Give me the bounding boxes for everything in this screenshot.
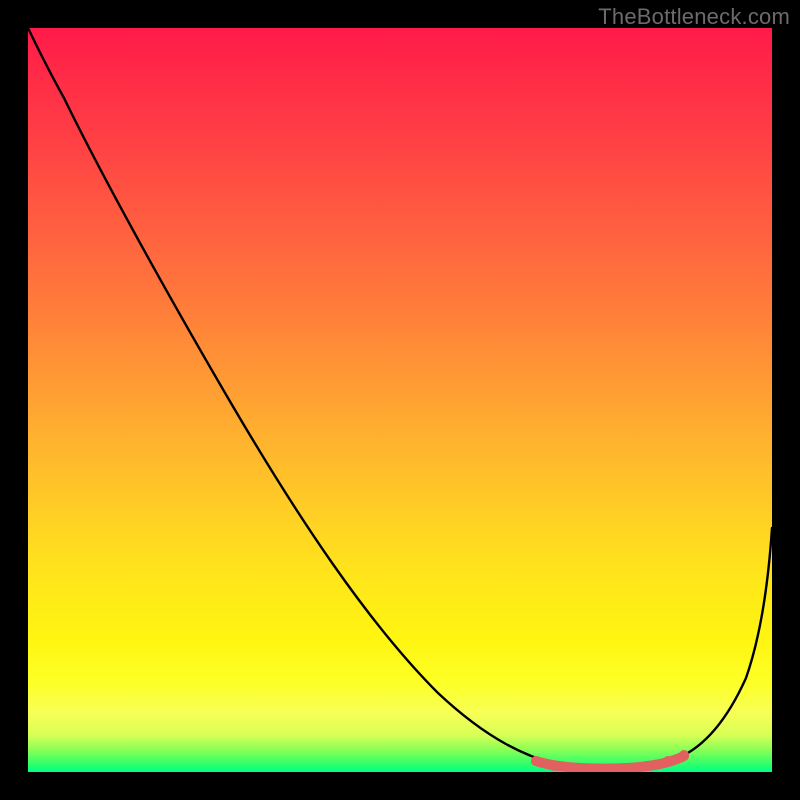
bottleneck-curve	[28, 28, 772, 769]
watermark-text: TheBottleneck.com	[598, 4, 790, 30]
chart-frame: TheBottleneck.com	[0, 0, 800, 800]
plot-area	[28, 28, 772, 772]
curve-overlay	[28, 28, 772, 772]
